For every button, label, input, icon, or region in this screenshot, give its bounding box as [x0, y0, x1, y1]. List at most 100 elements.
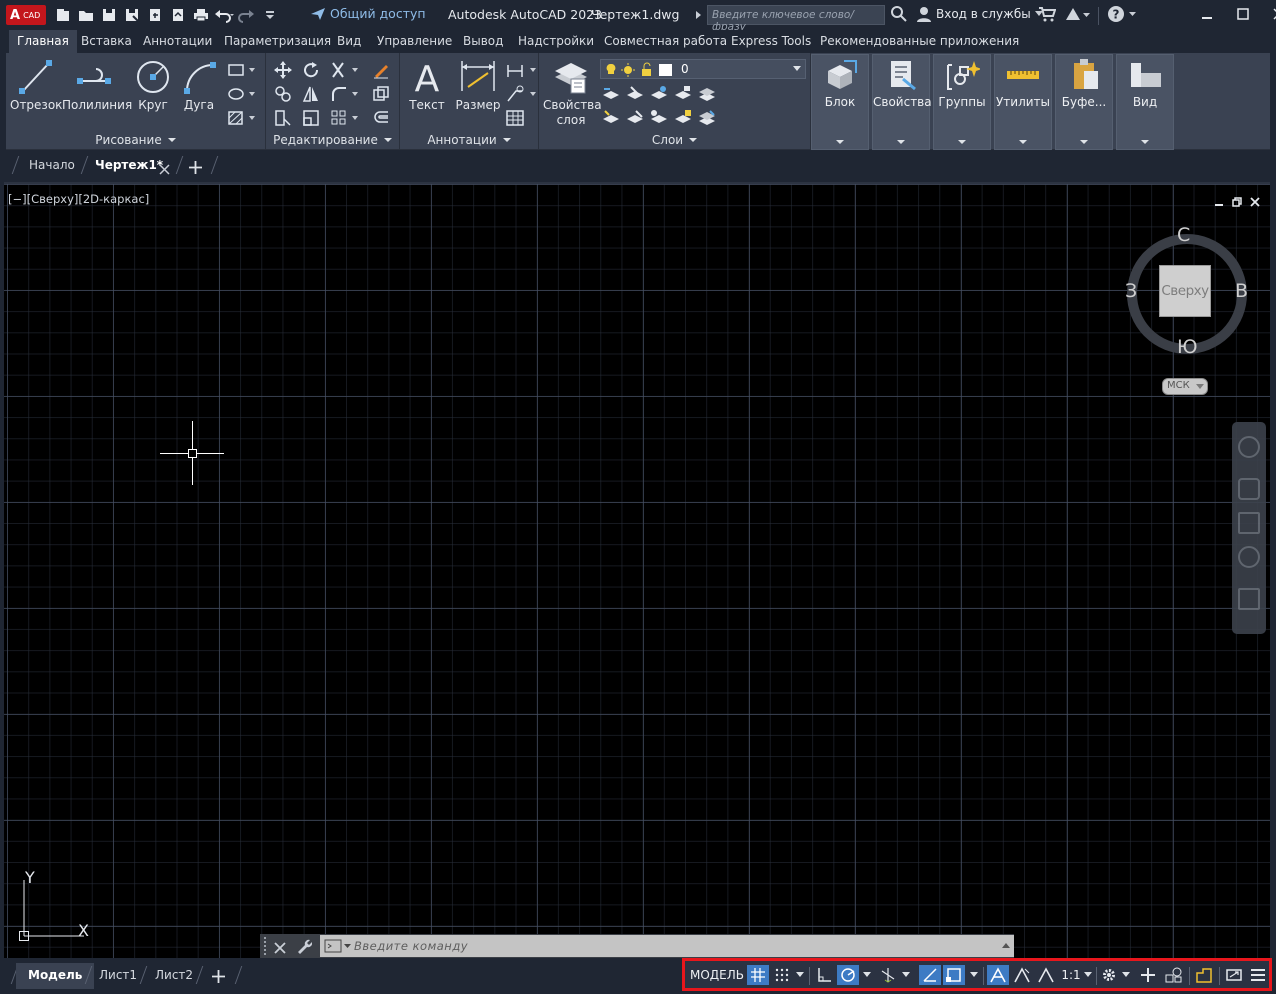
- tab-manage[interactable]: Управление: [377, 34, 452, 48]
- workspace-dropdown-icon[interactable]: [1120, 965, 1132, 985]
- viewport-restore-icon[interactable]: [1232, 192, 1242, 211]
- save-as-icon[interactable]: [121, 4, 142, 25]
- tab-parametric[interactable]: Параметризация: [224, 34, 331, 48]
- erase-icon[interactable]: [372, 61, 390, 79]
- tab-output[interactable]: Вывод: [463, 34, 503, 48]
- polar-dropdown-icon[interactable]: [860, 965, 874, 985]
- compass-east[interactable]: В: [1235, 280, 1248, 302]
- panel-block[interactable]: Блок: [811, 54, 869, 150]
- viewcube[interactable]: С Ю З В Сверху: [1122, 224, 1252, 358]
- qat-customize-icon[interactable]: [259, 4, 280, 25]
- panel-properties[interactable]: Свойства: [872, 54, 932, 150]
- polyline-tool[interactable]: Полилиния: [62, 57, 132, 112]
- showmotion-icon[interactable]: [1238, 588, 1260, 610]
- rectangle-icon[interactable]: [227, 61, 255, 79]
- circle-tool[interactable]: Круг: [130, 57, 176, 112]
- compass-north[interactable]: С: [1177, 224, 1190, 246]
- redo-icon[interactable]: [236, 4, 257, 25]
- tab-featured-apps[interactable]: Рекомендованные приложения: [820, 34, 1019, 48]
- hatch-icon[interactable]: [227, 109, 255, 127]
- isolate-objects-icon[interactable]: [1163, 965, 1185, 985]
- viewport-controls-label[interactable]: [−][Сверху][2D-каркас]: [8, 192, 149, 206]
- compass-south[interactable]: Ю: [1177, 336, 1198, 358]
- scale-value[interactable]: 1:1: [1059, 965, 1083, 985]
- viewport-minimize-icon[interactable]: [1214, 192, 1224, 211]
- offset-icon[interactable]: [372, 109, 390, 127]
- object-snap-tracking-icon[interactable]: [919, 965, 941, 985]
- annotation-monitor-plus-icon[interactable]: [1137, 965, 1159, 985]
- orbit-icon[interactable]: [1238, 546, 1260, 568]
- panel-groups[interactable]: Группы: [933, 54, 991, 150]
- osnap-dropdown-icon[interactable]: [967, 965, 981, 985]
- viewport-close-icon[interactable]: [1250, 192, 1260, 211]
- layer-tool-icon-7[interactable]: [626, 109, 644, 127]
- layer-tool-icon-1[interactable]: [602, 85, 620, 103]
- panel-clipboard[interactable]: Буфе...: [1055, 54, 1113, 150]
- layer-tool-icon-5[interactable]: [698, 85, 716, 103]
- layer-tool-icon-6[interactable]: [602, 109, 620, 127]
- command-close-icon[interactable]: [274, 939, 286, 958]
- search-expand-icon[interactable]: [696, 11, 701, 19]
- web-mobile-save-icon[interactable]: [144, 4, 165, 25]
- auto-scale-icon[interactable]: [1011, 965, 1033, 985]
- command-history-up-icon[interactable]: [1002, 943, 1010, 949]
- grid-icon[interactable]: [747, 965, 769, 985]
- new-layout-plus-icon[interactable]: [212, 968, 225, 987]
- trim-icon[interactable]: [330, 61, 358, 79]
- tab-view[interactable]: Вид: [337, 34, 361, 48]
- tab-insert[interactable]: Вставка: [81, 34, 132, 48]
- signin-button[interactable]: Вход в службы: [916, 6, 1043, 22]
- tab-start[interactable]: Начало: [29, 158, 75, 172]
- mirror-icon[interactable]: [302, 85, 320, 103]
- scale-dropdown-icon[interactable]: [1082, 965, 1094, 985]
- search-input[interactable]: Введите ключевое слово/фразу: [707, 5, 885, 33]
- minimize-icon[interactable]: [1196, 4, 1218, 24]
- share-button[interactable]: Общий доступ: [310, 6, 426, 21]
- command-settings-wrench-icon[interactable]: [296, 938, 313, 958]
- command-line-grip[interactable]: [264, 937, 268, 955]
- customization-menu-icon[interactable]: [1247, 965, 1269, 985]
- clean-screen-icon[interactable]: [1223, 965, 1245, 985]
- layout-tab-sheet1[interactable]: Лист1: [99, 968, 137, 982]
- rotate-icon[interactable]: [302, 61, 320, 79]
- new-file-icon[interactable]: [52, 4, 73, 25]
- line-tool[interactable]: Отрезок: [10, 57, 62, 112]
- close-icon[interactable]: [1268, 4, 1276, 24]
- leader-icon[interactable]: [506, 85, 536, 103]
- layer-dropdown[interactable]: 0: [600, 59, 806, 79]
- pan-hand-icon[interactable]: [1238, 478, 1260, 500]
- linear-dim-icon[interactable]: [506, 61, 536, 79]
- viewcube-top-face[interactable]: Сверху: [1159, 265, 1211, 317]
- print-icon[interactable]: [190, 4, 211, 25]
- fillet-icon[interactable]: [330, 85, 358, 103]
- panel-draw-title[interactable]: Рисование: [6, 133, 265, 147]
- panel-modify-title[interactable]: Редактирование: [266, 133, 399, 147]
- autodesk-app-icon[interactable]: [1064, 6, 1090, 26]
- object-snap-icon[interactable]: [943, 965, 965, 985]
- text-tool[interactable]: A Текст: [404, 57, 450, 112]
- compass-west[interactable]: З: [1125, 280, 1137, 302]
- layer-tool-icon-10[interactable]: [698, 109, 716, 127]
- open-file-icon[interactable]: [75, 4, 96, 25]
- tab-home[interactable]: Главная: [9, 30, 77, 53]
- workspace-gear-icon[interactable]: [1098, 965, 1120, 985]
- stretch-icon[interactable]: [274, 109, 292, 127]
- copy-icon[interactable]: [274, 85, 292, 103]
- layer-tool-icon-3[interactable]: [650, 85, 668, 103]
- panel-annotation-title[interactable]: Аннотации: [400, 133, 538, 147]
- new-tab-plus-icon[interactable]: [189, 159, 202, 178]
- layout-tab-model[interactable]: Модель: [16, 963, 95, 989]
- zoom-extents-icon[interactable]: [1238, 512, 1260, 534]
- explode-icon[interactable]: [372, 85, 390, 103]
- search-icon[interactable]: [890, 5, 908, 27]
- hardware-acceleration-icon[interactable]: [1193, 965, 1215, 985]
- snap-dropdown-icon[interactable]: [793, 965, 807, 985]
- annotation-scale-icon[interactable]: [1035, 965, 1057, 985]
- navigation-bar[interactable]: [1232, 422, 1266, 634]
- panel-view[interactable]: Вид: [1116, 54, 1174, 150]
- model-space-button[interactable]: МОДЕЛЬ: [689, 965, 745, 985]
- move-icon[interactable]: [274, 61, 292, 79]
- isodraft-icon[interactable]: [877, 965, 899, 985]
- save-icon[interactable]: [98, 4, 119, 25]
- arc-tool[interactable]: Дуга: [178, 57, 220, 112]
